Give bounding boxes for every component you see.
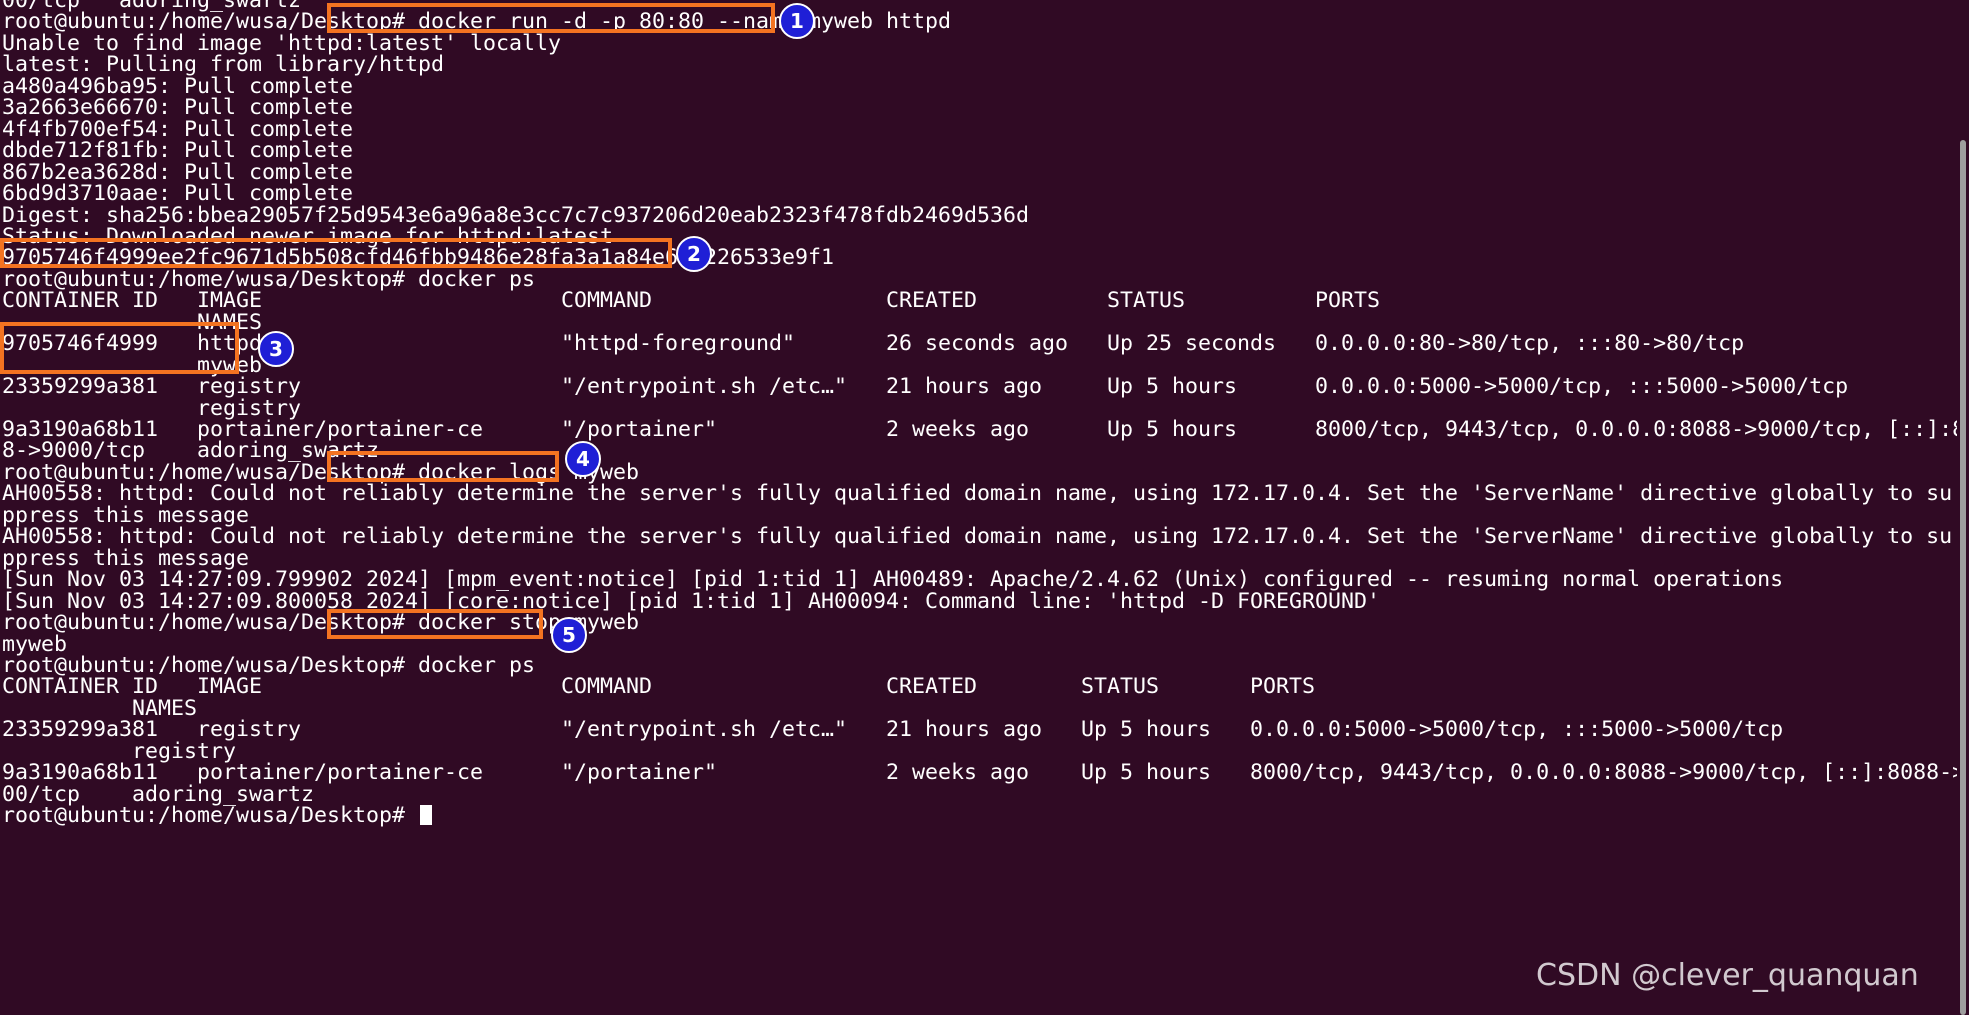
scrollbar-thumb[interactable] [1960,140,1966,1015]
terminal-line-text: AH00558: httpd: Could not reliably deter… [2,481,1953,507]
terminal-line-text: root@ubuntu:/home/wusa/Desktop# docker s… [2,610,640,636]
step-badge-2: 2 [676,236,712,272]
terminal-prompt-line: root@ubuntu:/home/wusa/Desktop# [2,802,433,829]
step-badge-1: 1 [779,3,815,39]
terminal-line: AH00558: httpd: Could not reliably deter… [2,523,1952,550]
terminal-line: AH00558: httpd: Could not reliably deter… [2,480,1952,507]
terminal-cursor[interactable] [420,805,433,826]
terminal-line-text: 23359299a381 registry "/entrypoint.sh /e… [2,717,1784,743]
highlight-container-id [0,238,672,268]
highlight-myweb-row [0,322,239,374]
terminal-line-text: AH00558: httpd: Could not reliably deter… [2,524,1953,550]
highlight-docker-logs [327,451,559,482]
step-badge-5: 5 [551,617,587,653]
watermark: CSDN @clever_quanquan [1536,958,1919,993]
step-badge-3: 3 [258,331,294,367]
terminal-line-text: CONTAINER ID IMAGE COMMAND CREATED STATU… [2,674,1316,700]
highlight-docker-run [327,3,775,33]
terminal-window[interactable]: 00/tcp adoring_swartz root@ubuntu:/home/w… [0,0,1969,1015]
terminal-line-text: root@ubuntu:/home/wusa/Desktop# [2,803,419,829]
terminal-line: CONTAINER ID IMAGE COMMAND CREATED STATU… [2,673,1315,700]
scrollbar[interactable] [1957,0,1969,1015]
highlight-docker-stop [327,609,543,639]
step-badge-4: 4 [565,441,601,477]
terminal-line: root@ubuntu:/home/wusa/Desktop# docker s… [2,609,639,636]
terminal-line: 23359299a381 registry "/entrypoint.sh /e… [2,716,1783,743]
